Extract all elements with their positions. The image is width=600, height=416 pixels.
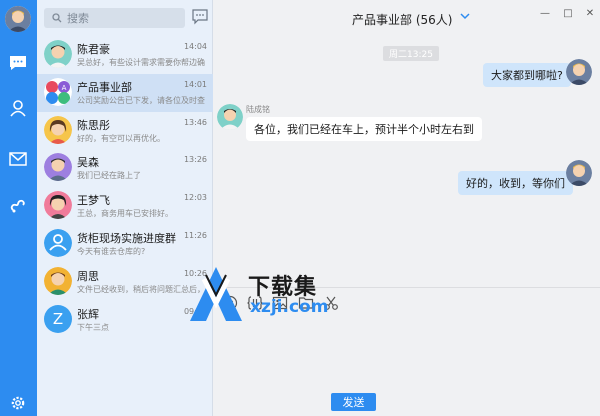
chat-title: 产品事业部 (56人) — [352, 13, 453, 27]
message-timestamp: 周二13:25 — [383, 46, 439, 61]
conversation-name: 王梦飞 — [77, 194, 110, 208]
avatar — [44, 266, 72, 295]
send-button[interactable]: 发送 — [331, 393, 376, 411]
conversation-time: 14:04 — [183, 42, 207, 51]
group-avatar: A — [44, 77, 72, 106]
conversation-time: 13:46 — [183, 117, 207, 127]
watermark-logo — [190, 267, 242, 321]
watermark: 下载集 xzji.com — [188, 265, 388, 325]
conversation-name: 货柜现场实施进度群 — [77, 231, 176, 245]
conversation-name: 吴森 — [77, 156, 99, 170]
search-placeholder: 搜索 — [67, 12, 89, 25]
conversation-time: 13:26 — [183, 155, 207, 165]
group-avatar — [44, 228, 72, 257]
conversation-name: 产品事业部 — [77, 80, 132, 94]
close-button[interactable]: ✕ — [583, 6, 597, 20]
chat-icon[interactable] — [7, 52, 29, 74]
conversation-item[interactable]: 陈思彤 13:46 好的，有空可以再优化。 — [37, 112, 213, 150]
sender-avatar — [217, 104, 243, 130]
conversation-list: 搜索 陈君豪 14:04 吴总好，有些设计需求需要你帮边确 A 产品事业部 14… — [37, 0, 213, 416]
minimize-button[interactable]: — — [538, 6, 552, 20]
conversation-item[interactable]: 王梦飞 12:03 王总，商务用车已安排好。 — [37, 187, 213, 225]
conversation-item-active[interactable]: A 产品事业部 14:01 公司奖励公告已下发，请各位及时查 — [37, 73, 213, 112]
message-bubble-incoming: 各位，我们已经在车上，预计半个小时左右到 — [246, 117, 482, 141]
sender-name: 陆成铭 — [246, 105, 270, 114]
conversation-preview: 公司奖励公告已下发，请各位及时查 — [77, 95, 205, 105]
chevron-down-icon[interactable] — [460, 13, 470, 20]
watermark-url: xzji.com — [250, 297, 329, 317]
conversation-name: 周思 — [77, 269, 99, 283]
new-chat-icon[interactable] — [192, 9, 208, 25]
search-icon — [52, 13, 62, 23]
self-avatar — [566, 160, 592, 186]
conversation-preview: 今天有谁去仓库的? — [77, 246, 146, 256]
avatar: Z — [44, 304, 72, 333]
conversation-preview: 王总，商务用车已安排好。 — [77, 209, 173, 219]
conversation-item[interactable]: 吴森 13:26 我们已经在路上了 — [37, 149, 213, 187]
message-input[interactable] — [213, 315, 600, 416]
conversation-item[interactable]: 陈君豪 14:04 吴总好，有些设计需求需要你帮边确 — [37, 36, 213, 74]
conversation-time: 14:01 — [183, 79, 207, 89]
conversation-preview: 我们已经在路上了 — [77, 171, 141, 181]
avatar — [44, 191, 72, 220]
chat-panel: 产品事业部 (56人) — □ ✕ 周二13:25 大家都到哪啦? 陆成铭 各位… — [213, 0, 600, 416]
message-bubble-outgoing: 好的，收到，等你们 — [458, 171, 573, 195]
conversation-preview: 吴总好，有些设计需求需要你帮边确 — [77, 58, 205, 67]
avatar — [44, 115, 72, 144]
conversation-item[interactable]: 货柜现场实施进度群 11:26 今天有谁去仓库的? — [37, 225, 213, 263]
conversation-item[interactable]: Z 张辉 09:26 下午三点 — [37, 301, 213, 339]
nav-rail — [0, 0, 37, 416]
conversation-name: 陈君豪 — [77, 43, 110, 56]
settings-icon[interactable] — [7, 392, 29, 414]
avatar — [44, 40, 72, 68]
chat-header: 产品事业部 (56人) — □ ✕ — [213, 0, 600, 36]
conversation-name: 张辉 — [77, 307, 99, 321]
contacts-icon[interactable] — [7, 97, 29, 119]
avatar — [44, 153, 72, 182]
conversation-time: 12:03 — [183, 193, 207, 203]
conversation-preview: 好的，有空可以再优化。 — [77, 133, 165, 143]
self-avatar — [566, 59, 592, 85]
conversation-time: 11:26 — [183, 230, 207, 240]
conversation-name: 陈思彤 — [77, 118, 110, 132]
link-icon[interactable] — [7, 194, 29, 216]
search-input[interactable]: 搜索 — [44, 8, 185, 28]
message-bubble-outgoing: 大家都到哪啦? — [483, 63, 571, 87]
svg-text:A: A — [62, 84, 67, 92]
mail-icon[interactable] — [7, 148, 29, 170]
maximize-button[interactable]: □ — [561, 6, 575, 20]
user-avatar[interactable] — [5, 6, 31, 32]
conversation-item[interactable]: 周思 10:26 文件已经收到，稍后将问题汇总后， — [37, 263, 213, 301]
